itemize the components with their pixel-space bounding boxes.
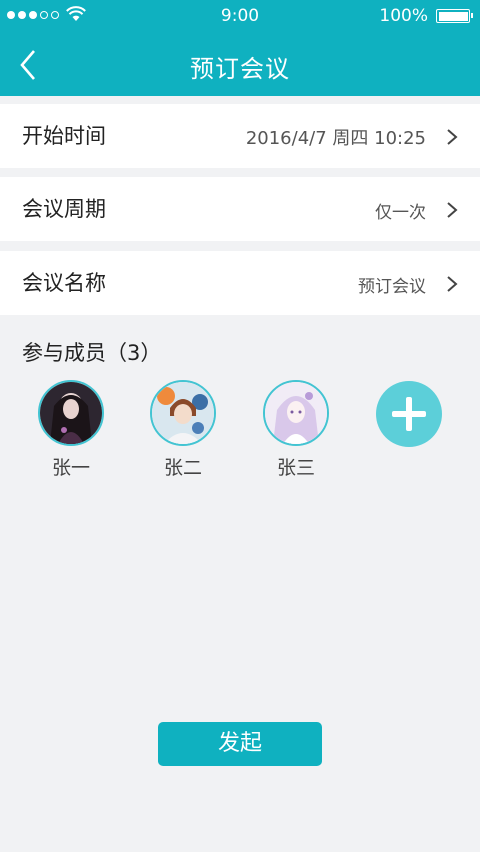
chevron-right-icon	[447, 276, 458, 292]
member-name: 张三	[276, 457, 315, 479]
member-name: 张二	[163, 457, 202, 479]
start-time-value: 2016/4/7 周四 10:25	[245, 128, 426, 149]
member-item[interactable]: 张一	[36, 380, 106, 480]
battery-percent: 100%	[379, 6, 428, 26]
member-item[interactable]: 张二	[148, 380, 218, 480]
meeting-cycle-value: 仅一次	[375, 203, 426, 223]
avatar	[150, 380, 216, 446]
meeting-name-label: 会议名称	[22, 271, 106, 295]
chevron-right-icon	[447, 129, 458, 145]
submit-button[interactable]: 发起	[158, 722, 322, 766]
meeting-cycle-label: 会议周期	[22, 197, 106, 221]
avatar	[38, 380, 104, 446]
navigation-bar: 预订会议	[0, 32, 480, 96]
meeting-name-value: 预订会议	[358, 277, 426, 297]
battery-icon	[436, 9, 473, 23]
add-member-button[interactable]	[376, 381, 442, 447]
page-title: 预订会议	[190, 55, 290, 83]
meeting-cycle-row[interactable]: 会议周期 仅一次	[0, 177, 480, 241]
member-item[interactable]: 张三	[261, 380, 331, 480]
header-bar: 9:00 100% 预订会议	[0, 0, 480, 96]
members-title: 参与成员（3）	[22, 341, 162, 365]
start-time-label: 开始时间	[22, 124, 106, 148]
member-name: 张一	[51, 457, 90, 479]
status-bar: 9:00 100%	[0, 0, 480, 32]
meeting-name-row[interactable]: 会议名称 预订会议	[0, 251, 480, 315]
chevron-right-icon	[447, 202, 458, 218]
start-time-row[interactable]: 开始时间 2016/4/7 周四 10:25	[0, 104, 480, 168]
avatar	[263, 380, 329, 446]
